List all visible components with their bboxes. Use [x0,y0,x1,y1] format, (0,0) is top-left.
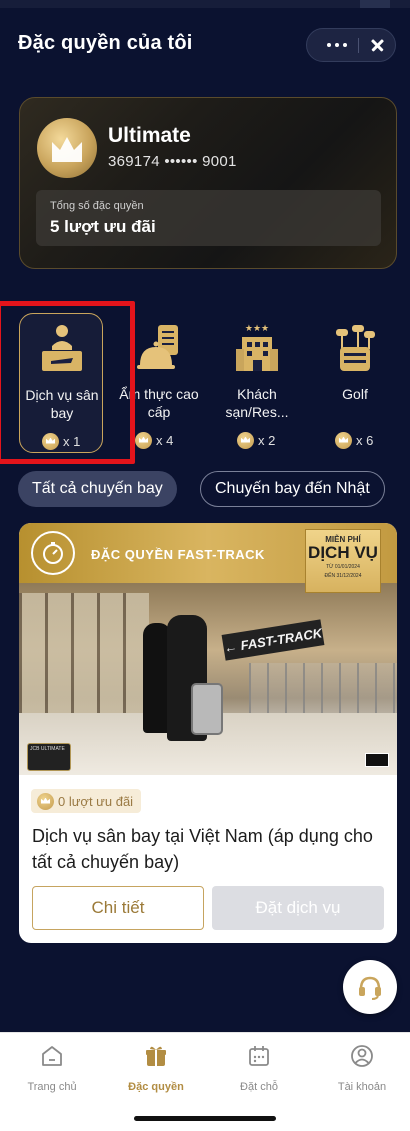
remaining-badge: 0 lượt ưu đãi [31,789,142,813]
status-strip [0,0,410,8]
category-label: Golf [342,386,368,402]
total-privileges-value: 5 lượt ưu đãi [50,217,156,236]
total-privileges-box: Tổng số đặc quyền 5 lượt ưu đãi [36,190,381,246]
crown-icon [135,431,152,449]
fast-track-banner: ← FAST-TRACK ĐẶC QUYỀN FAST-TRACK MIỄN P… [19,523,397,775]
page-title: Đặc quyền của tôi [18,32,193,54]
remaining-count: 0 lượt ưu đãi [58,793,134,809]
railing-decoration [249,663,397,713]
badge-line-4: ĐẾN 31/12/2024 [324,573,362,579]
bank-logo [365,753,389,767]
nav-account[interactable]: Tài khoản [311,1043,410,1103]
headset-icon [359,976,381,1000]
membership-card[interactable]: Ultimate 369174 •••••• 9001 Tổng số đặc … [19,97,397,269]
category-count: x 2 [237,431,275,449]
category-label: Khách sạn/Res... [225,386,289,420]
detail-button[interactable]: Chi tiết [32,886,204,930]
category-golf[interactable]: Golf x 6 [313,313,397,453]
category-list: Dịch vụ sân bay x 1 Ẩm thực cao cấp x 4 [0,305,410,460]
category-count: x 4 [135,431,173,449]
crown-icon [37,792,54,810]
offer-title: Dịch vụ sân bay tại Việt Nam (áp dụng ch… [32,826,373,872]
home-icon [42,1046,62,1066]
fine-dining-icon [134,321,184,375]
crown-icon [237,431,254,449]
hotel-icon: ★★★ [232,321,282,375]
nav-label: Đặt chỗ [240,1081,278,1093]
airport-photo: ← FAST-TRACK [19,583,397,775]
svg-text:★★★: ★★★ [245,324,269,334]
window-decoration [19,593,149,723]
support-button[interactable] [343,960,397,1014]
close-button[interactable] [361,29,395,61]
stopwatch-icon [31,531,75,575]
category-fine-dining[interactable]: Ẩm thực cao cấp x 4 [117,313,201,453]
category-count: x 6 [335,431,373,449]
more-dot-icon [343,43,347,47]
banner-title: ĐẶC QUYỀN FAST-TRACK [91,547,265,562]
header: Đặc quyền của tôi [0,20,410,72]
nav-label: Trang chủ [27,1081,77,1093]
more-dot-icon [327,43,331,47]
category-count-value: x 2 [258,432,276,448]
flight-filter-chips: Tất cả chuyến bay Chuyến bay đến Nhật [0,471,410,507]
fast-track-sign: ← FAST-TRACK [221,619,325,661]
more-dot-icon [335,43,339,47]
offer-card[interactable]: ← FAST-TRACK ĐẶC QUYỀN FAST-TRACK MIỄN P… [19,523,397,943]
nav-booking[interactable]: Đặt chỗ [208,1043,310,1103]
category-count-value: x 1 [63,433,81,449]
category-label: Ẩm thực cao cấp [119,386,199,420]
card-number: 369174 •••••• 9001 [108,153,237,170]
chip-flights-to-japan[interactable]: Chuyến bay đến Nhật [200,471,385,507]
book-service-button[interactable]: Đặt dịch vụ [212,886,384,930]
total-privileges-label: Tổng số đặc quyền [50,200,144,212]
chip-all-flights[interactable]: Tất cả chuyến bay [18,471,177,507]
category-count-value: x 6 [356,432,374,448]
badge-line-2: DỊCH VỤ [308,543,378,562]
nav-label: Đặc quyền [128,1081,184,1093]
more-button[interactable] [317,29,357,61]
bottom-nav: Trang chủ Đặc quyền Đặt chỗ Tài khoản [0,1032,410,1131]
category-label: Dịch vụ sân bay [25,387,99,421]
tier-name: Ultimate [108,124,191,147]
mini-app-capsule [306,28,396,62]
golf-icon [330,321,380,375]
crown-icon [37,118,97,178]
free-service-badge: MIỄN PHÍ DỊCH VỤ TỪ 01/01/2024 ĐẾN 31/12… [305,529,381,593]
category-count: x 1 [42,432,80,450]
crown-icon [335,431,352,449]
category-count-value: x 4 [156,432,174,448]
capsule-divider [358,38,359,53]
home-indicator [134,1116,276,1121]
card-thumbnail: JCB ULTIMATE [27,743,71,771]
badge-line-3: TỪ 01/01/2024 [326,564,360,570]
airport-service-icon [37,322,87,376]
nav-label: Tài khoản [337,1081,387,1093]
offer-body: 0 lượt ưu đãi Dịch vụ sân bay tại Việt N… [19,775,397,943]
gift-icon [146,1046,166,1066]
calendar-icon [249,1046,269,1066]
nav-home[interactable]: Trang chủ [1,1043,103,1103]
nav-privileges[interactable]: Đặc quyền [105,1043,207,1103]
category-hotel[interactable]: ★★★ Khách sạn/Res... x 2 [215,313,299,453]
account-icon [351,1045,373,1067]
category-airport-service[interactable]: Dịch vụ sân bay x 1 [19,313,103,453]
suitcase-figure [191,683,223,735]
crown-icon [42,432,59,450]
